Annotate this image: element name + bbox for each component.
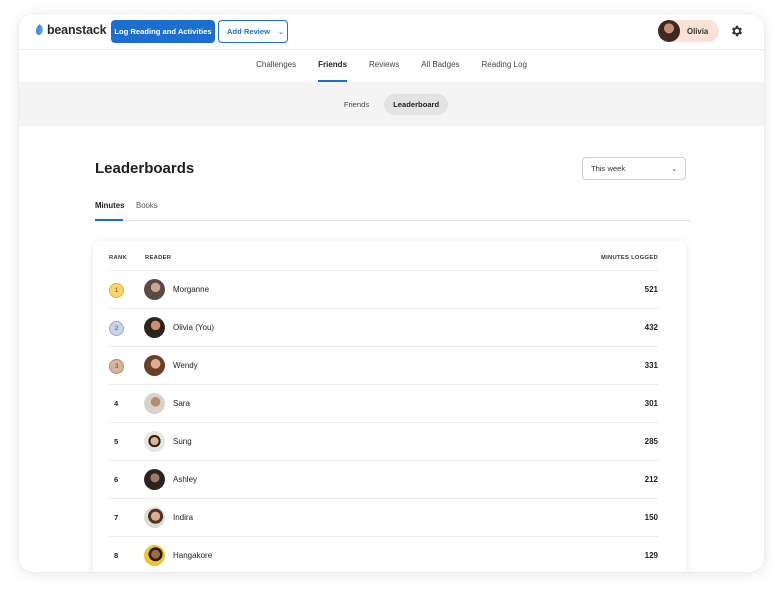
bronze-medal-icon: 3 bbox=[109, 359, 124, 374]
gear-icon[interactable] bbox=[730, 24, 744, 38]
app-window: beanstack Log Reading and Activities Add… bbox=[19, 14, 764, 572]
table-row[interactable]: 2 Olivia (You) 432 bbox=[109, 308, 658, 346]
avatar bbox=[144, 355, 165, 376]
reader-name: Olivia (You) bbox=[173, 323, 215, 332]
top-bar: beanstack Log Reading and Activities Add… bbox=[19, 14, 764, 50]
reader-name: Sung bbox=[173, 437, 192, 446]
rank-number: 4 bbox=[114, 399, 119, 408]
log-reading-button[interactable]: Log Reading and Activities bbox=[111, 20, 215, 43]
tab-friends[interactable]: Friends bbox=[307, 50, 358, 82]
reader-name: Morganne bbox=[173, 285, 210, 294]
minutes-value: 150 bbox=[644, 513, 658, 522]
minutes-value: 331 bbox=[644, 361, 658, 370]
silver-medal-icon: 2 bbox=[109, 321, 124, 336]
table-header: RANK READER MINUTES LOGGED bbox=[109, 255, 658, 269]
minutes-value: 212 bbox=[644, 475, 658, 484]
tab-books[interactable]: Books bbox=[136, 201, 158, 210]
avatar bbox=[144, 507, 165, 528]
minutes-value: 129 bbox=[644, 551, 658, 560]
table-row[interactable]: 3 Wendy 331 bbox=[109, 346, 658, 384]
bean-logo-icon bbox=[35, 24, 43, 35]
add-review-button[interactable]: Add Review ⌄ bbox=[218, 20, 288, 43]
avatar bbox=[144, 393, 165, 414]
minutes-value: 301 bbox=[644, 399, 658, 408]
main-nav: Challenges Friends Reviews All Badges Re… bbox=[19, 50, 764, 82]
active-tab-indicator bbox=[95, 219, 123, 221]
avatar bbox=[144, 469, 165, 490]
chevron-down-icon: ⌄ bbox=[671, 165, 677, 173]
user-name: Olivia bbox=[687, 26, 709, 36]
table-row[interactable]: 1 Morganne 521 bbox=[109, 270, 658, 308]
tab-reading-log[interactable]: Reading Log bbox=[471, 50, 538, 82]
chevron-down-icon: ⌄ bbox=[278, 28, 284, 36]
reader-name: Hangakore bbox=[173, 551, 213, 560]
header-rank: RANK bbox=[109, 255, 127, 261]
tab-all-badges[interactable]: All Badges bbox=[410, 50, 470, 82]
avatar bbox=[658, 20, 680, 42]
avatar bbox=[144, 279, 165, 300]
period-select[interactable]: This week ⌄ bbox=[582, 157, 686, 180]
table-row[interactable]: 4 Sara 301 bbox=[109, 384, 658, 422]
sub-nav: Friends Leaderboard bbox=[19, 82, 764, 126]
table-row[interactable]: 6 Ashley 212 bbox=[109, 460, 658, 498]
table-row[interactable]: 8 Hangakore 129 bbox=[109, 536, 658, 572]
gold-medal-icon: 1 bbox=[109, 283, 124, 298]
leaderboard-table: RANK READER MINUTES LOGGED 1 Morganne 52… bbox=[93, 241, 686, 572]
tab-challenges[interactable]: Challenges bbox=[245, 50, 307, 82]
reader-name: Wendy bbox=[173, 361, 198, 370]
logo-text: beanstack bbox=[47, 23, 107, 37]
minutes-value: 432 bbox=[644, 323, 658, 332]
tab-minutes-label: Minutes bbox=[95, 201, 125, 210]
logo[interactable]: beanstack bbox=[35, 23, 107, 37]
minutes-value: 521 bbox=[644, 285, 658, 294]
avatar bbox=[144, 431, 165, 452]
table-row[interactable]: 7 Indira 150 bbox=[109, 498, 658, 536]
tab-reviews[interactable]: Reviews bbox=[358, 50, 410, 82]
user-menu[interactable]: Olivia bbox=[658, 20, 719, 42]
reader-name: Indira bbox=[173, 513, 194, 522]
tab-minutes[interactable]: Minutes bbox=[95, 201, 124, 210]
rank-number: 6 bbox=[114, 475, 119, 484]
rank-number: 7 bbox=[114, 513, 119, 522]
add-review-label: Add Review bbox=[227, 27, 271, 36]
page-title: Leaderboards bbox=[95, 160, 195, 177]
header-minutes: MINUTES LOGGED bbox=[600, 255, 658, 261]
reader-name: Sara bbox=[173, 399, 190, 408]
avatar bbox=[144, 317, 165, 338]
period-select-value: This week bbox=[591, 164, 626, 173]
header-reader: READER bbox=[145, 255, 172, 261]
subtab-leaderboard[interactable]: Leaderboard bbox=[384, 93, 449, 115]
content-tabs: Minutes Books bbox=[95, 197, 691, 221]
rank-number: 8 bbox=[114, 551, 119, 560]
reader-name: Ashley bbox=[173, 475, 198, 484]
table-row[interactable]: 5 Sung 285 bbox=[109, 422, 658, 460]
subtab-friends[interactable]: Friends bbox=[335, 94, 378, 115]
rank-number: 5 bbox=[114, 437, 119, 446]
minutes-value: 285 bbox=[644, 437, 658, 446]
avatar bbox=[144, 545, 165, 566]
